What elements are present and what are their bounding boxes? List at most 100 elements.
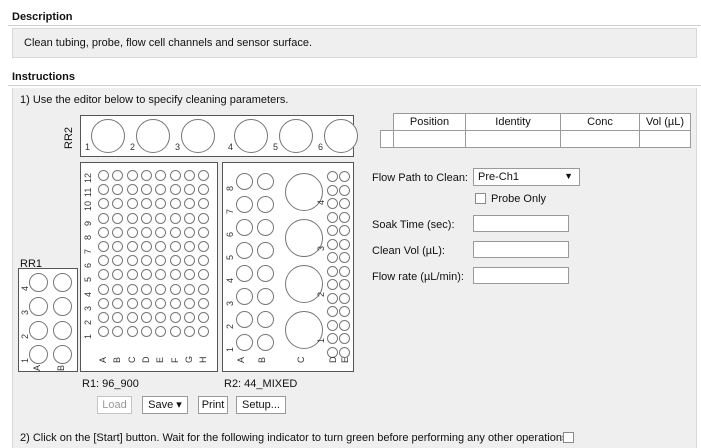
column-header[interactable]: Conc — [560, 113, 640, 131]
rack-r2-small-well[interactable] — [327, 171, 338, 182]
rack-r1-well[interactable] — [140, 198, 152, 210]
rack-r2-small-well[interactable] — [339, 306, 350, 317]
rack-rr1-well[interactable] — [53, 273, 72, 292]
rack-r1-well[interactable] — [126, 226, 138, 238]
table-cell[interactable] — [465, 130, 561, 148]
rack-rr1-well[interactable] — [29, 321, 48, 340]
rack-r1-well[interactable] — [155, 212, 167, 224]
column-header[interactable]: Identity — [465, 113, 561, 131]
rack-r1-well[interactable] — [112, 326, 124, 338]
rack-rr2[interactable]: 1 2 3 4 5 6 — [80, 115, 358, 157]
rack-r1-well[interactable] — [112, 212, 124, 224]
rack-r2-small-well[interactable] — [327, 225, 338, 236]
rack-r1-well[interactable] — [183, 170, 195, 181]
rack-r2-small-well[interactable] — [327, 306, 338, 317]
rack-r1-well[interactable] — [169, 283, 181, 295]
rack-r2-well[interactable] — [236, 311, 253, 328]
rack-r2-small-well[interactable] — [339, 225, 350, 236]
rack-r1-well[interactable] — [155, 255, 167, 267]
rack-r1-well[interactable] — [112, 241, 124, 252]
save-button[interactable]: Save ▾ — [142, 396, 188, 414]
rack-r1-well[interactable] — [155, 312, 167, 323]
rack-r2-well[interactable] — [257, 196, 274, 213]
load-button[interactable]: Load — [97, 396, 132, 414]
rack-r1-well[interactable] — [126, 198, 138, 210]
rack-r1-well[interactable] — [183, 198, 195, 210]
rack-r1-well[interactable] — [198, 255, 210, 267]
rack-r2-large-well[interactable] — [285, 311, 323, 349]
rack-rr2-well[interactable] — [181, 119, 215, 153]
rack-r1-well[interactable] — [126, 283, 138, 295]
rack-r1-well[interactable] — [155, 283, 167, 295]
rack-r1-well[interactable] — [140, 170, 152, 181]
rack-r1-well[interactable] — [198, 283, 210, 295]
rack-r1-well[interactable] — [140, 283, 152, 295]
rack-r2-small-well[interactable] — [339, 292, 350, 304]
rack-r1-well[interactable] — [169, 184, 181, 196]
rack-r1-well[interactable] — [98, 170, 109, 181]
rack-r2-large-well[interactable] — [285, 219, 323, 257]
rack-r2-small-well[interactable] — [327, 252, 338, 263]
rack-r1-well[interactable] — [140, 241, 152, 252]
rack-r2-small-well[interactable] — [339, 238, 350, 250]
rack-r2-well[interactable] — [236, 173, 253, 190]
rack-rr1-well[interactable] — [29, 273, 48, 292]
rack-r1-well[interactable] — [198, 198, 210, 210]
rack-r1-well[interactable] — [126, 255, 138, 267]
rack-r1-well[interactable] — [198, 241, 210, 252]
rack-r2-well[interactable] — [236, 196, 253, 213]
rack-r1-well[interactable] — [183, 326, 195, 338]
rack-r1-well[interactable] — [140, 212, 152, 224]
rack-r1-well[interactable] — [98, 212, 109, 224]
rack-r2-small-well[interactable] — [327, 238, 338, 250]
rack-r2-well[interactable] — [257, 288, 274, 305]
rack-r1-well[interactable] — [183, 184, 195, 196]
rack-r2-small-well[interactable] — [339, 171, 350, 182]
rack-r1-well[interactable] — [183, 241, 195, 252]
rack-r1-well[interactable] — [198, 326, 210, 338]
ready-indicator-checkbox[interactable] — [563, 432, 574, 443]
rack-r1-well[interactable] — [155, 297, 167, 309]
rack-r2-small-well[interactable] — [327, 333, 338, 344]
probe-only-checkbox[interactable] — [475, 193, 486, 204]
rack-r1-well[interactable] — [112, 269, 124, 281]
column-header[interactable]: Vol (µL) — [639, 113, 691, 131]
rack-r2-small-well[interactable] — [327, 184, 338, 196]
rack-r1-well[interactable] — [98, 241, 109, 252]
rack-r1-well[interactable] — [112, 170, 124, 181]
rack-r2-small-well[interactable] — [327, 319, 338, 331]
rack-r1-well[interactable] — [140, 226, 152, 238]
rack-r1-well[interactable] — [155, 241, 167, 252]
rack-r1-well[interactable] — [112, 198, 124, 210]
row-selector[interactable] — [380, 130, 394, 148]
rack-r1-well[interactable] — [198, 212, 210, 224]
rack-r1-well[interactable] — [98, 283, 109, 295]
rack-r2-small-well[interactable] — [339, 265, 350, 277]
rack-r1-well[interactable] — [198, 297, 210, 309]
rack-r1-well[interactable] — [155, 198, 167, 210]
rack-r1-well[interactable] — [155, 226, 167, 238]
rack-r1-well[interactable] — [98, 255, 109, 267]
rack-r1-well[interactable] — [126, 170, 138, 181]
rack-r1-well[interactable] — [98, 226, 109, 238]
rack-r1-well[interactable] — [140, 326, 152, 338]
rack-r1-well[interactable] — [169, 326, 181, 338]
rack-r1-well[interactable] — [183, 226, 195, 238]
rack-r1-well[interactable] — [169, 241, 181, 252]
table-cell[interactable] — [560, 130, 640, 148]
rack-r1-well[interactable] — [183, 269, 195, 281]
rack-rr1-well[interactable] — [29, 297, 48, 316]
rack-rr2-well[interactable] — [279, 119, 313, 153]
rack-r2[interactable]: 876543214321ABCDE — [222, 162, 354, 372]
rack-rr2-well[interactable] — [91, 119, 125, 153]
rack-r1-well[interactable] — [169, 312, 181, 323]
rack-r2-small-well[interactable] — [339, 198, 350, 209]
rack-r1-well[interactable] — [198, 226, 210, 238]
soak-time-input[interactable] — [473, 215, 569, 232]
column-header[interactable]: Position — [393, 113, 466, 131]
rack-r1-well[interactable] — [183, 255, 195, 267]
rack-r1-well[interactable] — [155, 269, 167, 281]
rack-r1-well[interactable] — [140, 312, 152, 323]
rack-r1-well[interactable] — [126, 212, 138, 224]
rack-r1-well[interactable] — [183, 312, 195, 323]
